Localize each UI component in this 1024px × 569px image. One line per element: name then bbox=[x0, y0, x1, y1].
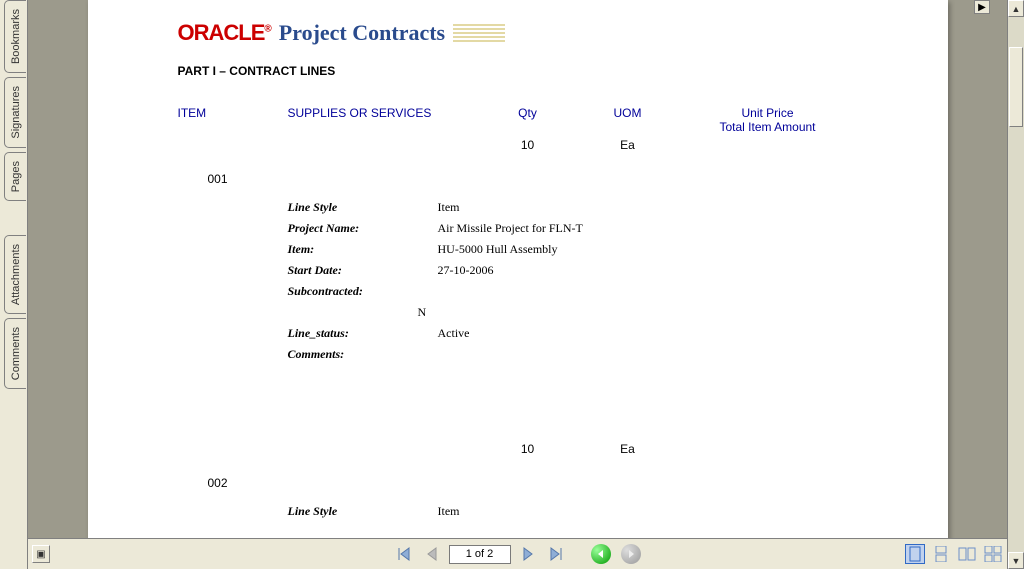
label-start-date: Start Date: bbox=[288, 263, 438, 278]
prev-page-button[interactable] bbox=[421, 543, 443, 565]
label-line-style: Line Style bbox=[288, 504, 438, 519]
prev-page-icon bbox=[425, 547, 439, 561]
app-title: Project Contracts bbox=[279, 20, 445, 46]
vertical-scrollbar[interactable]: ▲ ▼ bbox=[1007, 0, 1024, 569]
value-subcontracted: N bbox=[418, 305, 858, 320]
first-page-button[interactable] bbox=[393, 543, 415, 565]
col-price: Unit Price Total Item Amount bbox=[678, 106, 858, 134]
continuous-view-button[interactable] bbox=[931, 544, 951, 564]
first-page-icon bbox=[396, 546, 412, 562]
collapse-panel-icon[interactable]: ▣ bbox=[32, 545, 50, 563]
document-viewer: ▶ ORACLE® Project Contracts PART I – CON… bbox=[28, 0, 1007, 569]
back-view-button[interactable] bbox=[591, 544, 611, 564]
continuous-facing-icon bbox=[984, 546, 1002, 562]
last-page-button[interactable] bbox=[545, 543, 567, 565]
bottom-toolbar: ▣ 1 of 2 bbox=[28, 538, 1007, 569]
next-page-icon bbox=[521, 547, 535, 561]
line-number: 001 bbox=[208, 172, 858, 186]
scroll-up-icon[interactable]: ▲ bbox=[1008, 0, 1024, 17]
next-page-button[interactable] bbox=[517, 543, 539, 565]
side-tab-panel: Bookmarks Signatures Pages Attachments C… bbox=[0, 0, 28, 569]
table-row: 10 Ea bbox=[178, 442, 858, 456]
last-page-icon bbox=[548, 546, 564, 562]
scroll-track[interactable] bbox=[1008, 17, 1024, 552]
document-header: ORACLE® Project Contracts bbox=[178, 20, 858, 46]
forward-view-button[interactable] bbox=[621, 544, 641, 564]
tab-bookmarks[interactable]: Bookmarks bbox=[4, 0, 26, 73]
label-line-status: Line_status: bbox=[288, 326, 438, 341]
facing-view-button[interactable] bbox=[957, 544, 977, 564]
facing-icon bbox=[958, 546, 976, 562]
qty-value: 10 bbox=[478, 442, 578, 456]
table-row: 10 Ea bbox=[178, 138, 858, 152]
label-project-name: Project Name: bbox=[288, 221, 438, 236]
tab-bookmarks-label: Bookmarks bbox=[10, 9, 22, 64]
value-item: HU-5000 Hull Assembly bbox=[438, 242, 858, 257]
tab-pages-label: Pages bbox=[10, 161, 22, 192]
uom-value: Ea bbox=[578, 442, 678, 456]
label-item: Item: bbox=[288, 242, 438, 257]
tab-comments-label: Comments bbox=[10, 327, 22, 380]
qty-value: 10 bbox=[478, 138, 578, 152]
value-line-style: Item bbox=[438, 200, 858, 215]
arrow-right-icon bbox=[626, 549, 636, 559]
value-comments bbox=[438, 347, 858, 362]
scroll-down-icon[interactable]: ▼ bbox=[1008, 552, 1024, 569]
column-headers: ITEM SUPPLIES OR SERVICES Qty UOM Unit P… bbox=[178, 106, 858, 134]
single-page-view-button[interactable] bbox=[905, 544, 925, 564]
tab-attachments[interactable]: Attachments bbox=[4, 235, 26, 314]
uom-value: Ea bbox=[578, 138, 678, 152]
value-line-status: Active bbox=[438, 326, 858, 341]
single-page-icon bbox=[908, 546, 922, 562]
value-project-name: Air Missile Project for FLN-T bbox=[438, 221, 858, 236]
page-indicator[interactable]: 1 of 2 bbox=[449, 545, 511, 564]
label-line-style: Line Style bbox=[288, 200, 438, 215]
tab-pages[interactable]: Pages bbox=[4, 152, 26, 201]
label-subcontracted: Subcontracted: bbox=[288, 284, 438, 299]
document-page: ORACLE® Project Contracts PART I – CONTR… bbox=[88, 0, 948, 538]
part-title: PART I – CONTRACT LINES bbox=[178, 64, 858, 78]
label-comments: Comments: bbox=[288, 347, 438, 362]
col-item: ITEM bbox=[178, 106, 288, 134]
value-line-style: Item bbox=[438, 504, 858, 519]
document-scroll-area[interactable]: ORACLE® Project Contracts PART I – CONTR… bbox=[28, 0, 1007, 538]
tab-signatures[interactable]: Signatures bbox=[4, 77, 26, 148]
scroll-right-arrow-icon[interactable]: ▶ bbox=[974, 0, 990, 14]
continuous-icon bbox=[934, 546, 948, 562]
continuous-facing-view-button[interactable] bbox=[983, 544, 1003, 564]
tab-signatures-label: Signatures bbox=[10, 86, 22, 139]
col-uom: UOM bbox=[578, 106, 678, 134]
tab-comments[interactable]: Comments bbox=[4, 318, 26, 389]
col-qty: Qty bbox=[478, 106, 578, 134]
line-block-001: 001 Line Style Item Project Name: Air Mi… bbox=[178, 172, 858, 362]
header-decoration-icon bbox=[453, 24, 505, 42]
tab-attachments-label: Attachments bbox=[10, 244, 22, 305]
line-number: 002 bbox=[208, 476, 858, 490]
line-block-002: 002 Line Style Item bbox=[178, 476, 858, 519]
col-supplies: SUPPLIES OR SERVICES bbox=[288, 106, 478, 134]
arrow-left-icon bbox=[596, 549, 606, 559]
scroll-thumb[interactable] bbox=[1009, 47, 1023, 127]
oracle-logo: ORACLE® bbox=[178, 20, 271, 46]
value-start-date: 27-10-2006 bbox=[438, 263, 858, 278]
